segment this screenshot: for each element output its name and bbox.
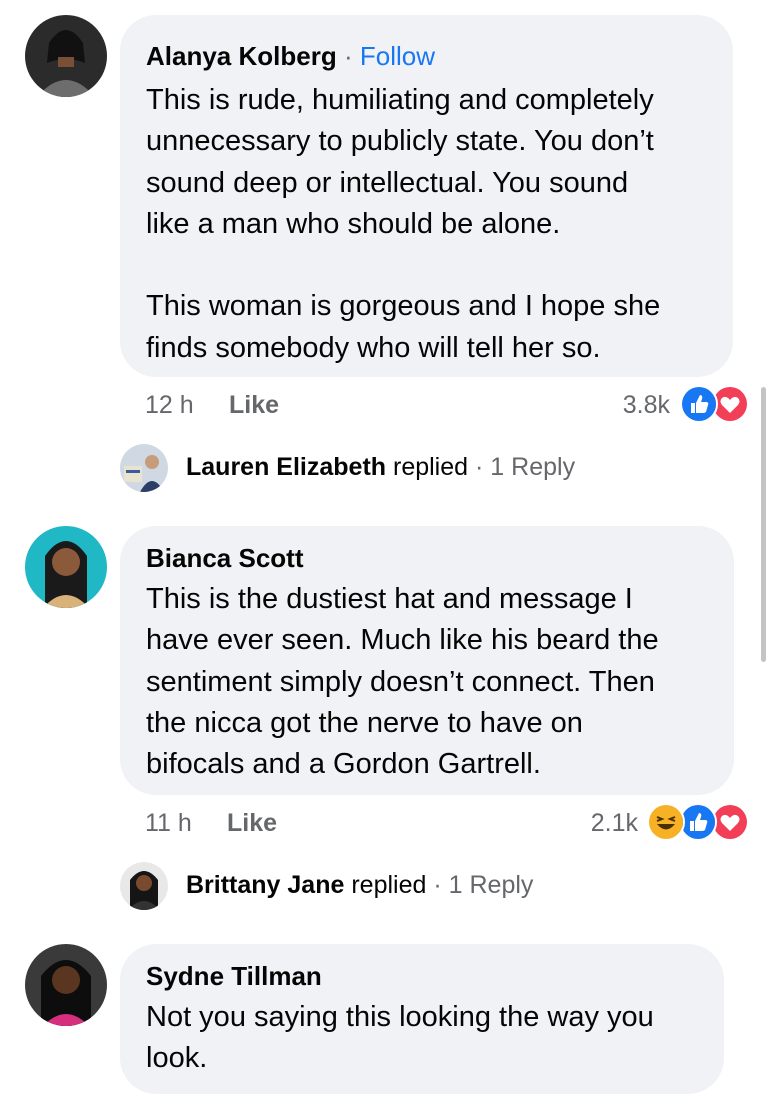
like-icon	[680, 385, 718, 423]
avatar[interactable]	[25, 944, 107, 1026]
reply-avatar[interactable]	[120, 862, 168, 910]
comment-author[interactable]: Alanya Kolberg	[146, 41, 337, 71]
reply-avatar[interactable]	[120, 444, 168, 492]
reply-count[interactable]: 1 Reply	[490, 453, 575, 481]
comment-bubble: Sydne Tillman Not you saying this lookin…	[120, 944, 724, 1094]
haha-icon	[647, 803, 685, 841]
view-replies-link[interactable]: Lauren Elizabeth replied · 1 Reply	[186, 453, 575, 482]
comment-author[interactable]: Bianca Scott	[146, 543, 304, 573]
view-replies-link[interactable]: Brittany Jane replied · 1 Reply	[186, 871, 533, 900]
reaction-count[interactable]: 3.8k	[623, 391, 670, 420]
scrollbar[interactable]	[761, 387, 766, 662]
reply-separator: ·	[475, 453, 484, 481]
reaction-count[interactable]: 2.1k	[591, 809, 638, 838]
comment-bubble: Alanya Kolberg · Follow This is rude, hu…	[120, 15, 733, 377]
reply-author[interactable]: Brittany Jane	[186, 871, 344, 899]
reply-verb: replied	[351, 871, 427, 899]
comment-text: Not you saying this looking the way you …	[146, 1001, 654, 1075]
avatar[interactable]	[25, 15, 107, 97]
reply-verb: replied	[393, 453, 469, 481]
comment-bubble: Bianca Scott This is the dustiest hat an…	[120, 526, 734, 795]
reply-author[interactable]: Lauren Elizabeth	[186, 453, 386, 481]
like-button[interactable]: Like	[229, 391, 279, 420]
reply-count[interactable]: 1 Reply	[449, 871, 534, 899]
comment-author[interactable]: Sydne Tillman	[146, 961, 322, 991]
separator-dot: ·	[343, 41, 353, 71]
comment-text: This is the dustiest hat and message I h…	[146, 583, 659, 781]
comment-time[interactable]: 11 h	[145, 809, 192, 838]
comment-time[interactable]: 12 h	[145, 391, 194, 420]
follow-button[interactable]: Follow	[360, 41, 435, 71]
like-button[interactable]: Like	[227, 809, 277, 838]
comment-text: This is rude, humiliating and completely…	[146, 84, 661, 364]
reply-separator: ·	[433, 871, 442, 899]
avatar[interactable]	[25, 526, 107, 608]
